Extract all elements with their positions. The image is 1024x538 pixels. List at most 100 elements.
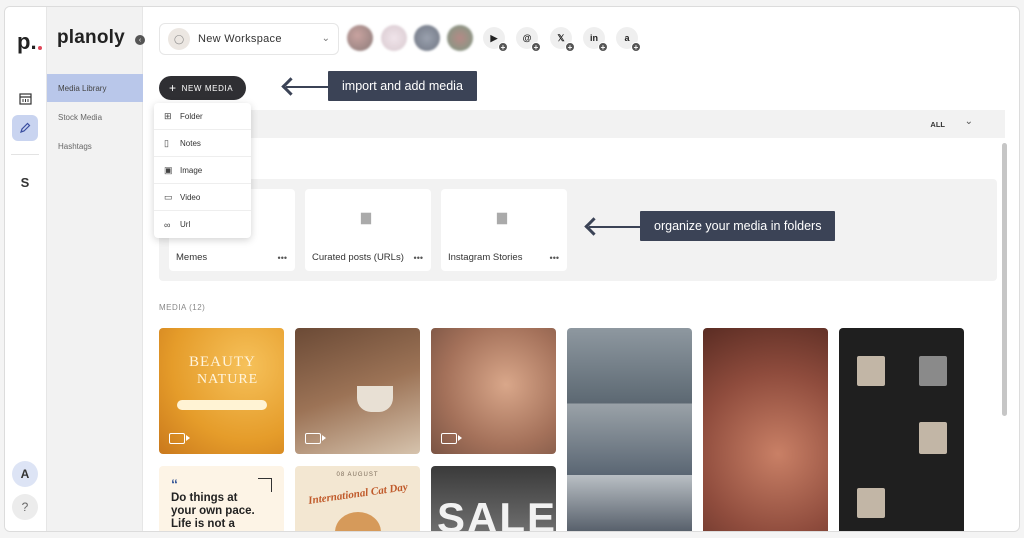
s-brand-letter: S xyxy=(20,174,30,190)
tile-text-bottom: NATURE xyxy=(197,372,259,387)
x-glyph: 𝕏 xyxy=(557,32,565,43)
collapse-icon[interactable]: ‹ xyxy=(135,35,145,45)
menu-item-folder[interactable]: ⊞ Folder xyxy=(154,103,251,130)
sidebar-item-label: Hashtags xyxy=(58,141,92,151)
note-icon: ▯ xyxy=(164,137,169,148)
media-tile[interactable] xyxy=(295,328,420,454)
sidebar-item-label: Stock Media xyxy=(58,112,103,122)
sidebar-item-stock-media[interactable]: Stock Media xyxy=(47,103,143,131)
profile-avatar[interactable] xyxy=(414,25,440,51)
planoly-p-logo[interactable]: p. xyxy=(17,29,42,55)
workspace-label: New Workspace xyxy=(198,33,282,45)
youtube-icon[interactable]: ▶ + xyxy=(483,27,508,52)
new-media-button[interactable]: + NEW MEDIA xyxy=(159,76,246,100)
threads-glyph: @ xyxy=(522,33,532,43)
sidebar-item-hashtags[interactable]: Hashtags xyxy=(47,132,143,160)
workspace-icon: ◯ xyxy=(168,28,190,50)
menu-item-label: Notes xyxy=(180,138,201,148)
menu-item-video[interactable]: ▭ Video xyxy=(154,184,251,211)
linkedin-glyph: in xyxy=(590,33,598,43)
tile-shape xyxy=(857,488,885,518)
workspace-selector[interactable]: ◯ New Workspace ⌄ xyxy=(159,23,339,55)
tile-text-top: BEAUTY xyxy=(189,354,256,370)
help-icon[interactable]: ? xyxy=(12,494,38,520)
secondary-sidebar: planoly ‹ Media Library Stock Media Hash… xyxy=(47,7,145,531)
youtube-glyph: ▶ xyxy=(490,32,498,43)
menu-item-label: Image xyxy=(180,165,203,175)
menu-item-notes[interactable]: ▯ Notes xyxy=(154,130,251,157)
arrow-left-icon xyxy=(286,86,328,88)
x-icon[interactable]: 𝕏 + xyxy=(550,27,575,52)
tile-sale: SALE xyxy=(437,494,556,532)
profile-avatar[interactable] xyxy=(381,25,407,51)
planoly-logo: planoly xyxy=(57,27,125,48)
filter-all-select[interactable]: ALL xyxy=(930,120,945,129)
app-window: p. S A ? planoly ‹ Media Library Stock M… xyxy=(4,6,1020,532)
filter-bar: ALL ⌄ xyxy=(250,110,1005,138)
menu-item-label: Folder xyxy=(180,111,203,121)
threads-icon[interactable]: @ + xyxy=(516,27,541,52)
new-media-menu: ⊞ Folder ▯ Notes ▣ Image ▭ Video ∞ Url xyxy=(154,103,251,238)
pencil-icon[interactable] xyxy=(12,115,38,141)
link-icon: ∞ xyxy=(164,219,171,230)
media-tile[interactable] xyxy=(567,328,692,531)
menu-item-url[interactable]: ∞ Url xyxy=(154,211,251,238)
video-icon xyxy=(169,433,190,444)
media-tile[interactable] xyxy=(839,328,964,531)
tile-corner xyxy=(258,478,272,492)
video-icon xyxy=(441,433,462,444)
image-icon: ▣ xyxy=(164,164,173,175)
video-icon xyxy=(305,433,326,444)
tile-title: International Cat Day xyxy=(307,481,409,507)
folder-name: Memes xyxy=(176,252,208,263)
more-icon[interactable]: ••• xyxy=(414,253,423,263)
tile-date: 08 AUGUST xyxy=(336,472,379,478)
media-tile[interactable]: SALE xyxy=(431,466,556,532)
rail-divider xyxy=(11,154,39,155)
arrow-left-icon xyxy=(589,226,641,228)
media-tile[interactable] xyxy=(431,328,556,454)
more-icon[interactable]: ••• xyxy=(278,253,287,263)
calendar-icon[interactable] xyxy=(12,85,38,111)
callout-organize: organize your media in folders xyxy=(640,211,836,241)
folder-card[interactable]: ▆ Instagram Stories ••• xyxy=(441,189,567,271)
avatar[interactable]: A xyxy=(12,461,38,487)
amazon-icon[interactable]: a + xyxy=(616,27,641,52)
sidebar-item-label: Media Library xyxy=(58,83,107,93)
chevron-down-icon[interactable]: ⌄ xyxy=(965,116,973,127)
media-tile[interactable]: 08 AUGUST International Cat Day xyxy=(295,466,420,531)
callout-import: import and add media xyxy=(328,71,477,101)
quote-icon: “ xyxy=(171,476,178,492)
tile-shape xyxy=(919,356,947,386)
tile-quote: Do things at your own pace. Life is not … xyxy=(171,492,255,530)
chevron-down-icon: ⌄ xyxy=(321,33,330,44)
folder-icon: ▆ xyxy=(497,209,507,224)
icon-rail: p. S A ? xyxy=(5,7,47,531)
tile-shape xyxy=(857,356,885,386)
video-icon: ▭ xyxy=(164,191,173,202)
scrollbar[interactable] xyxy=(1002,143,1007,416)
media-tile[interactable] xyxy=(703,328,828,531)
menu-item-label: Video xyxy=(180,192,201,202)
profile-avatar[interactable] xyxy=(447,25,473,51)
profile-avatar[interactable] xyxy=(347,25,373,51)
menu-item-image[interactable]: ▣ Image xyxy=(154,157,251,184)
folder-name: Instagram Stories xyxy=(448,252,523,263)
media-tile[interactable]: “ Do things at your own pace. Life is no… xyxy=(159,466,284,531)
linkedin-icon[interactable]: in + xyxy=(583,27,608,52)
s-brand-icon[interactable]: S xyxy=(12,169,38,195)
more-icon[interactable]: ••• xyxy=(550,253,559,263)
sidebar-item-media-library[interactable]: Media Library xyxy=(47,74,143,102)
amazon-glyph: a xyxy=(624,33,630,43)
tile-cat xyxy=(335,512,381,531)
folder-card[interactable]: ▆ Curated posts (URLs) ••• xyxy=(305,189,431,271)
tile-shape xyxy=(919,422,947,454)
folders-section: Memes ••• ▆ Curated posts (URLs) ••• ▆ I… xyxy=(159,179,997,281)
folder-name: Curated posts (URLs) xyxy=(312,252,404,263)
new-media-label: NEW MEDIA xyxy=(181,83,234,93)
folder-plus-icon: ⊞ xyxy=(164,110,172,121)
media-tile[interactable]: BEAUTY NATURE xyxy=(159,328,284,454)
media-heading: MEDIA (12) xyxy=(159,303,206,312)
plus-icon: + xyxy=(169,81,177,95)
folder-icon: ▆ xyxy=(361,209,371,224)
